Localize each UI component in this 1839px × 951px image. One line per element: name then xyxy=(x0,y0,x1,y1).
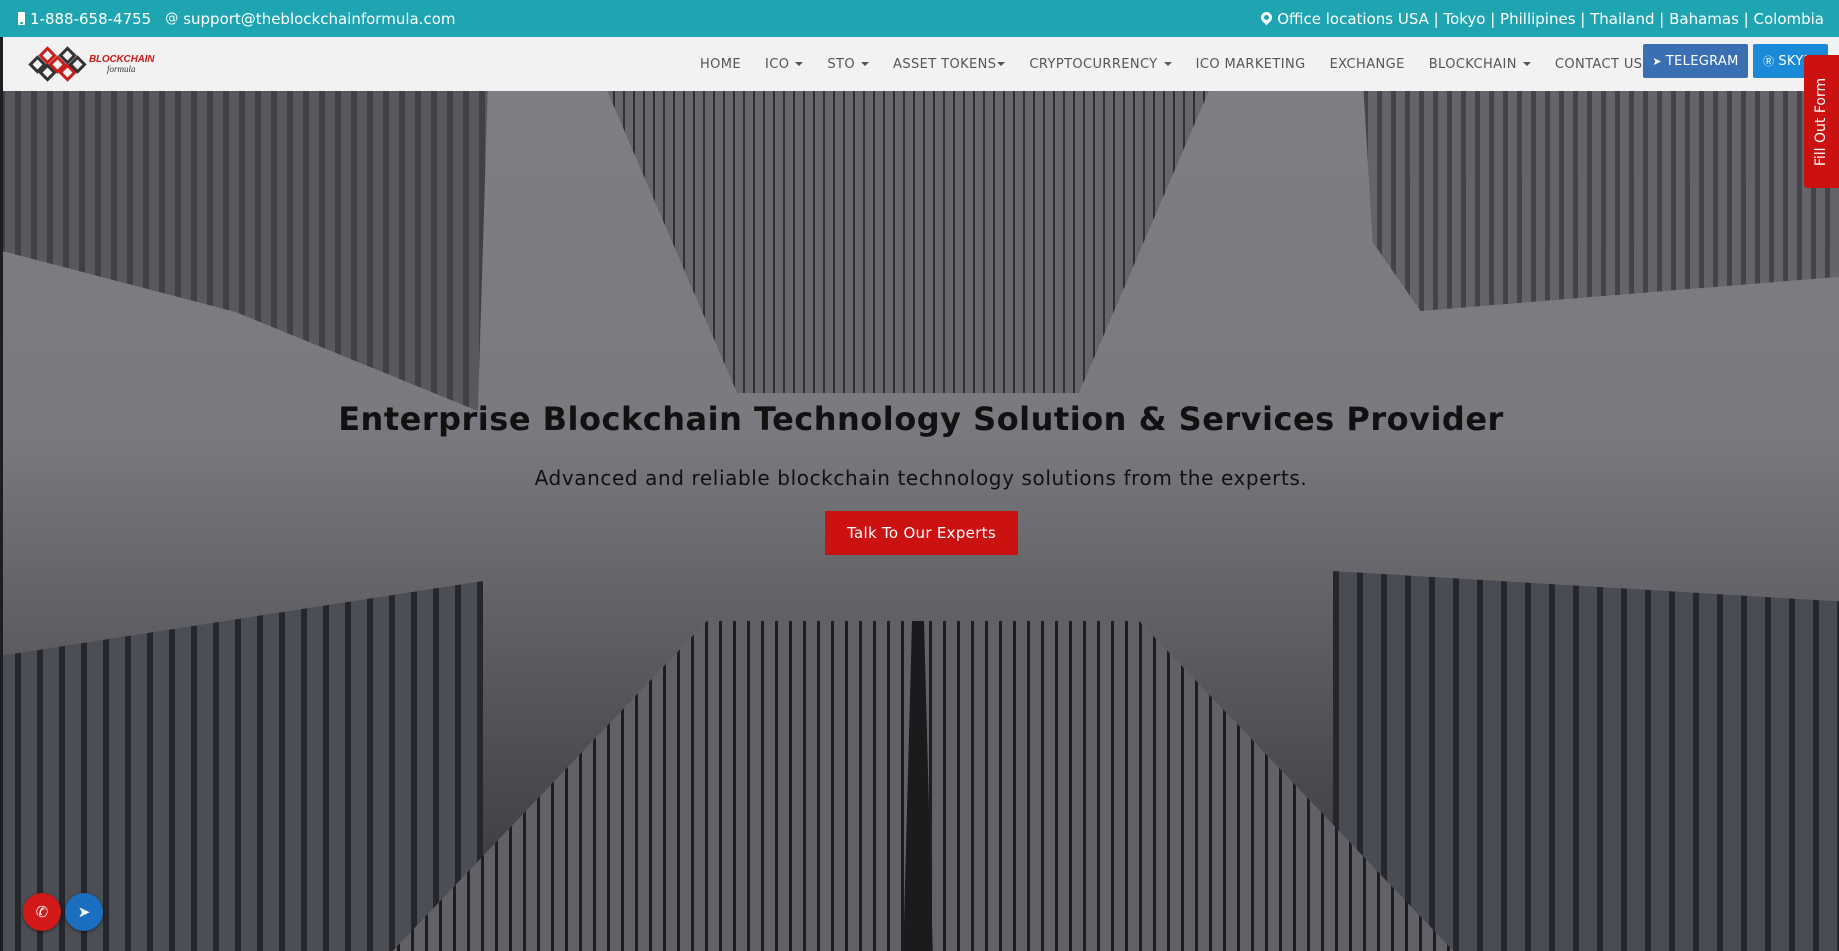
phone-number[interactable]: 1-888-658-4755 xyxy=(30,10,151,28)
nav-item-label: BLOCKCHAIN xyxy=(1428,56,1517,72)
hero-subtitle: Advanced and reliable blockchain technol… xyxy=(534,466,1308,490)
office-locations-text: Office locations USA | Tokyo | Phillipin… xyxy=(1277,9,1824,28)
hero-title: Enterprise Blockchain Technology Solutio… xyxy=(338,400,1504,438)
nav-item-ico[interactable]: ICO xyxy=(765,56,804,72)
nav-item-label: STO xyxy=(827,56,856,72)
at-sign-icon: @ xyxy=(165,11,179,26)
whatsapp-icon: ✆ xyxy=(35,903,49,921)
hero-section: Enterprise Blockchain Technology Solutio… xyxy=(3,91,1839,951)
map-pin-icon xyxy=(1261,12,1272,26)
skype-icon: Ⓡ xyxy=(1763,55,1775,68)
telegram-floating-button[interactable]: ➤ xyxy=(65,893,103,931)
telegram-button[interactable]: ➤ TELEGRAM xyxy=(1643,44,1748,78)
caret-down-icon xyxy=(1522,62,1531,66)
mobile-phone-icon xyxy=(18,12,25,25)
nav-item-label: EXCHANGE xyxy=(1329,56,1405,72)
nav-item-ico-marketing[interactable]: ICO MARKETING xyxy=(1196,57,1306,72)
nav-item-label: HOME xyxy=(700,56,742,72)
nav-item-exchange[interactable]: EXCHANGE xyxy=(1330,57,1405,72)
logo-text-line2: formula xyxy=(107,63,136,74)
nav-item-label: CONTACT US xyxy=(1554,56,1643,72)
main-navbar: BLOCKCHAIN formula HOME ICO STO ASSET TO… xyxy=(3,37,1839,91)
nav-item-cryptocurrency[interactable]: CRYPTOCURRENCY xyxy=(1029,56,1172,72)
nav-menu: HOME ICO STO ASSET TOKENS CRYPTOCURRENCY… xyxy=(700,37,1680,91)
nav-item-asset-tokens[interactable]: ASSET TOKENS xyxy=(893,56,1006,72)
top-contact-bar: 1-888-658-4755 @ support@theblockchainfo… xyxy=(0,0,1839,37)
office-locations: Office locations USA | Tokyo | Phillipin… xyxy=(1261,10,1824,28)
fill-out-form-tab[interactable]: Fill Out Form xyxy=(1804,55,1839,188)
logo-text: BLOCKCHAIN formula xyxy=(89,53,155,74)
brand-logo[interactable]: BLOCKCHAIN formula xyxy=(28,46,165,82)
nav-item-contact-us[interactable]: CONTACT US xyxy=(1555,57,1657,72)
whatsapp-floating-button[interactable]: ✆ xyxy=(23,893,61,931)
nav-item-home[interactable]: HOME xyxy=(700,57,741,72)
nav-item-blockchain[interactable]: BLOCKCHAIN xyxy=(1429,57,1531,72)
fill-out-form-label: Fill Out Form xyxy=(1813,77,1830,166)
nav-item-sto[interactable]: STO xyxy=(827,56,870,72)
nav-item-label: ICO MARKETING xyxy=(1195,56,1306,72)
logo-text-line1: BLOCKCHAIN xyxy=(89,53,155,65)
caret-down-icon xyxy=(997,62,1006,66)
phone-contact[interactable]: 1-888-658-4755 xyxy=(18,10,151,28)
talk-to-experts-button[interactable]: Talk To Our Experts xyxy=(825,511,1018,555)
telegram-button-label: TELEGRAM xyxy=(1665,53,1739,69)
nav-item-label: CRYPTOCURRENCY xyxy=(1029,56,1158,72)
nav-item-label: ASSET TOKENS xyxy=(893,56,997,72)
paper-plane-icon: ➤ xyxy=(1652,54,1662,68)
telegram-icon: ➤ xyxy=(77,903,91,921)
caret-down-icon xyxy=(1163,62,1172,66)
logo-mark-icon xyxy=(28,46,87,82)
email-address[interactable]: support@theblockchainformula.com xyxy=(183,10,455,28)
caret-down-icon xyxy=(861,62,870,66)
email-contact[interactable]: @ support@theblockchainformula.com xyxy=(165,10,455,28)
caret-down-icon xyxy=(795,62,804,66)
nav-item-label: ICO xyxy=(765,56,790,72)
